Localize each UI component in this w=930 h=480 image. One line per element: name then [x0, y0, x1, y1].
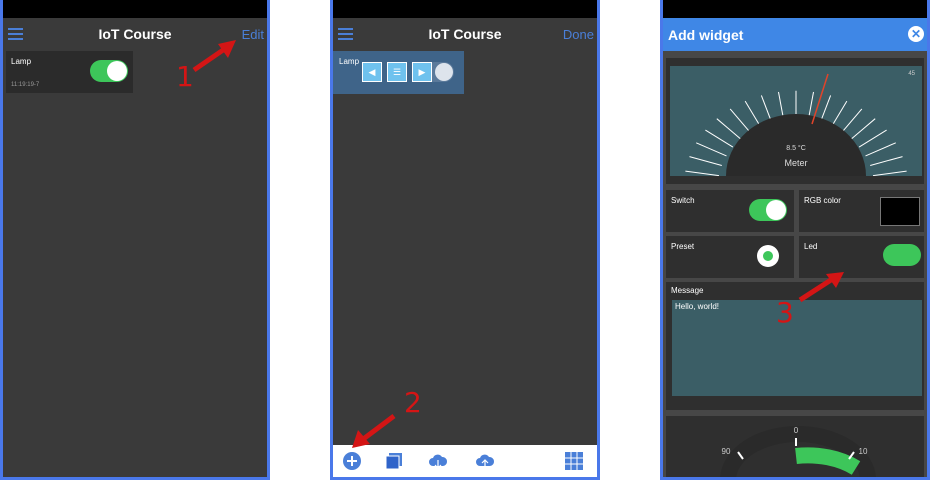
status-bar — [3, 0, 267, 18]
move-right-button[interactable]: ▶ — [412, 62, 432, 82]
gauge-tick-label: 0 — [794, 426, 799, 435]
annotation-arrow-3 — [798, 272, 844, 303]
switch-widget-tile[interactable]: Switch — [666, 190, 794, 232]
tile-label: Preset — [671, 242, 695, 251]
meter-widget-tile[interactable]: 45 8.5 °C Meter — [666, 58, 924, 184]
status-bar — [333, 0, 597, 18]
meter-value: 8.5 °C — [786, 144, 806, 152]
widget-settings-button[interactable]: ☰ — [387, 62, 407, 82]
gauge-widget-tile[interactable]: 0 10 90 — [666, 416, 924, 477]
done-button[interactable]: Done — [563, 27, 594, 42]
annotation-arrow-2 — [352, 414, 396, 448]
phone-screen-3: Add widget ✕ 45 8.5 °C Meter Switch RGB … — [660, 0, 930, 480]
tile-label: Switch — [671, 196, 695, 205]
color-swatch — [880, 197, 920, 226]
meter-label: Meter — [784, 158, 807, 168]
status-bar — [663, 0, 927, 18]
annotation-number-3: 3 — [776, 296, 794, 329]
top-bar: IoT Course Done — [333, 18, 597, 51]
move-left-button[interactable]: ◀ — [362, 62, 382, 82]
annotation-arrow-1 — [192, 40, 236, 73]
widget-label: Lamp — [339, 57, 360, 66]
add-circle-icon[interactable] — [342, 451, 362, 471]
annotation-number-2: 2 — [404, 386, 422, 419]
widget-label: Lamp — [11, 57, 32, 66]
tile-label: Led — [804, 242, 818, 251]
close-icon[interactable]: ✕ — [908, 26, 924, 42]
gauge-tick-label: 90 — [722, 447, 731, 456]
preset-radio — [757, 245, 779, 267]
cloud-upload-icon[interactable] — [475, 451, 495, 471]
message-widget-tile[interactable]: Message Hello, world! — [666, 282, 924, 410]
preset-widget-tile[interactable]: Preset — [666, 236, 794, 278]
annotation-number-1: 1 — [176, 60, 194, 93]
led-indicator — [883, 244, 921, 266]
tile-label: Message — [671, 286, 704, 295]
phone-screen-2: IoT Course Done Lamp ◀ ☰ ▶ — [330, 0, 600, 480]
lamp-widget-editing[interactable]: Lamp ◀ ☰ ▶ — [333, 51, 464, 94]
cloud-download-icon[interactable] — [428, 451, 448, 471]
meter-gauge: 45 8.5 °C Meter — [670, 66, 922, 176]
copy-icon[interactable] — [384, 451, 404, 471]
message-preview: Hello, world! — [672, 300, 922, 396]
lamp-toggle[interactable] — [90, 60, 128, 82]
page-title: Add widget — [668, 27, 744, 43]
switch-toggle — [749, 199, 787, 221]
gauge-tick-label: 10 — [859, 447, 868, 456]
tile-label: RGB color — [804, 196, 841, 205]
meter-corner-value: 45 — [908, 71, 915, 77]
widget-timestamp: 11:19:19-7 — [11, 82, 40, 88]
page-title: IoT Course — [428, 26, 502, 42]
grid-icon[interactable] — [564, 451, 584, 471]
gauge-dial: 0 10 90 — [720, 426, 876, 477]
add-widget-header: Add widget ✕ — [663, 18, 927, 51]
edit-button[interactable]: Edit — [242, 27, 264, 42]
rgb-color-widget-tile[interactable]: RGB color — [799, 190, 924, 232]
lamp-widget: Lamp 11:19:19-7 — [6, 51, 133, 93]
